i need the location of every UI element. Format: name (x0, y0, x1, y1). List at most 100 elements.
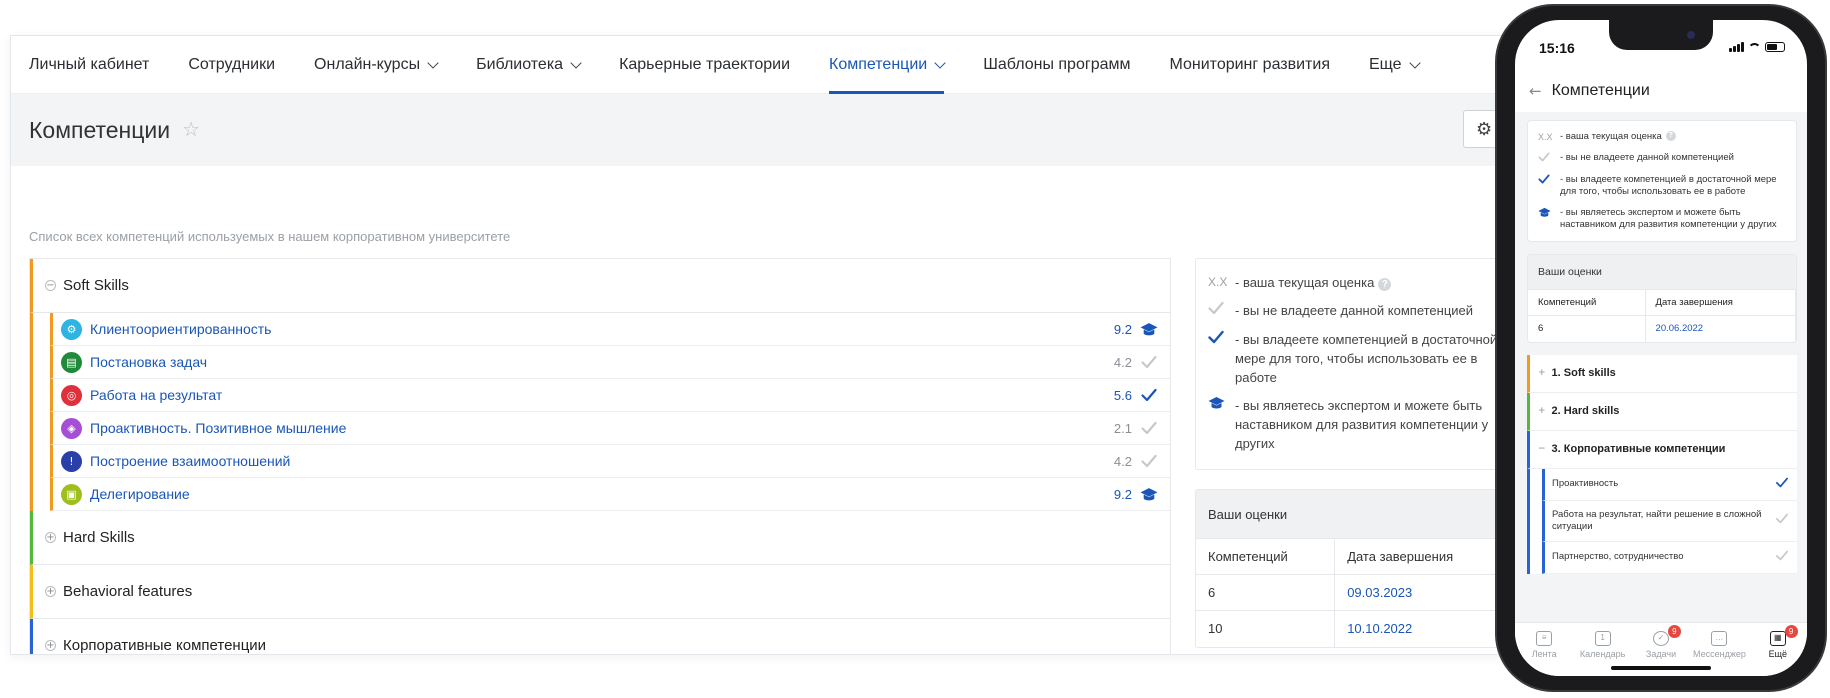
competency-group[interactable]: − Soft Skills (30, 259, 1170, 313)
legend-score-text: - ваша текущая оценка (1235, 275, 1375, 290)
competency-link[interactable]: Делегирование (90, 486, 1104, 502)
mobile-group-name: 2. Hard skills (1551, 405, 1620, 417)
award-icon: ! (61, 450, 82, 472)
competency-tree: − Soft Skills ⚙ Клиентоориентированность 9.2… (29, 258, 1171, 654)
mobile-content[interactable]: X.X - ваша текущая оценка ? - вы не влад… (1515, 112, 1807, 622)
nav-item-label: Компетенции (829, 55, 928, 73)
mobile-competency-row[interactable]: Работа на результат, найти решение в сло… (1542, 500, 1797, 542)
notification-badge: 9 (1667, 625, 1681, 638)
expand-icon[interactable]: + (45, 532, 56, 543)
competency-group[interactable]: + Корпоративные компетенции (30, 619, 1170, 654)
collapse-icon[interactable]: − (1538, 444, 1546, 454)
top-navigation: Личный кабинет Сотрудники Онлайн-курсы Библ… (11, 36, 1569, 94)
gear-icon: ⚙ (1476, 118, 1493, 139)
group-name: Корпоративные компетенции (63, 637, 267, 654)
nav-item-label: Шаблоны программ (983, 55, 1131, 73)
back-arrow-icon[interactable]: ← (1529, 82, 1542, 100)
col-count: Компетенций (1528, 289, 1646, 316)
badge-icon: ▣ (61, 483, 82, 505)
competency-row: ◎ Работа на результат 5.6 (50, 379, 1170, 412)
help-icon[interactable]: ? (1378, 278, 1392, 291)
nav-item-label: Онлайн-курсы (314, 55, 421, 73)
chevron-down-icon (1408, 56, 1421, 69)
date-link[interactable]: 09.03.2023 (1334, 574, 1514, 611)
shield-icon: ◈ (61, 417, 82, 439)
competency-link[interactable]: Клиентоориентированность (90, 321, 1104, 337)
check-blue-icon (1138, 385, 1160, 405)
mobile-competency-group[interactable]: −3. Корпоративные компетенции (1527, 430, 1797, 469)
graduation-cap-icon (1208, 396, 1235, 416)
expand-icon[interactable]: + (1538, 406, 1546, 416)
competency-link[interactable]: Проактивность. Позитивное мышление (90, 420, 1104, 436)
chevron-down-icon (570, 56, 582, 69)
competency-score: 4.2 (1113, 453, 1132, 469)
nav-item[interactable]: Карьерные траектории (619, 36, 790, 94)
graduation-cap-icon (1138, 484, 1160, 504)
mobile-competency-group[interactable]: +2. Hard skills (1527, 392, 1797, 431)
competency-row: ⚙ Клиентоориентированность 9.2 (50, 313, 1170, 346)
favorite-star-icon[interactable]: ☆ (182, 120, 200, 140)
competency-row: ! Построение взаимоотношений 4.2 (50, 445, 1170, 478)
desktop-window: Личный кабинет Сотрудники Онлайн-курсы Библ… (10, 35, 1570, 655)
feed-icon: ≡ (1536, 631, 1553, 646)
mobile-competency-row[interactable]: Партнерство, сотрудничество (1542, 541, 1797, 574)
expand-icon[interactable]: + (45, 640, 56, 651)
battery-icon (1765, 42, 1785, 52)
tab-item[interactable]: ≡ Лента (1515, 623, 1573, 676)
your-scores-panel: Ваши оценки Компетенций Дата завершения … (1195, 489, 1515, 648)
nav-item-label: Личный кабинет (29, 55, 150, 73)
phone-mockup: 15:16 ← Компетенции X.X - ваша текущая о… (1497, 6, 1825, 690)
mobile-group-children: Проактивность Работа на результат, найти … (1527, 468, 1797, 574)
score-key: X.X (1208, 275, 1228, 289)
tab-label: Задачи (1645, 649, 1677, 659)
competency-link[interactable]: Работа на результат (90, 387, 1104, 403)
calendar-icon: 1 (1594, 631, 1611, 646)
mobile-competency-group[interactable]: +1. Soft skills (1527, 354, 1797, 393)
nav-item[interactable]: Личный кабинет (29, 36, 149, 94)
mobile-competency-row[interactable]: Проактивность (1542, 468, 1797, 501)
col-count: Компетенций (1196, 538, 1336, 575)
nav-item[interactable]: Шаблоны программ (983, 36, 1130, 94)
nav-item[interactable]: Онлайн-курсы (314, 36, 439, 94)
collapse-icon[interactable]: − (45, 280, 56, 291)
competency-link[interactable]: Построение взаимоотношений (90, 453, 1104, 469)
competency-link[interactable]: Постановка задач (90, 354, 1104, 370)
group-children: ⚙ Клиентоориентированность 9.2 ▤ Постановка … (30, 313, 1170, 511)
check-light-icon (1208, 301, 1235, 321)
nav-item[interactable]: Компетенции (829, 36, 946, 94)
group-name: Behavioral features (63, 583, 193, 600)
competency-score: 9.2 (1113, 486, 1132, 502)
status-time: 15:16 (1539, 40, 1575, 56)
date-link[interactable]: 20.06.2022 (1645, 315, 1796, 342)
competency-score: 5.6 (1113, 387, 1132, 403)
competency-group[interactable]: + Behavioral features (30, 565, 1170, 619)
signal-icon (1729, 42, 1744, 52)
legend-score-row: X.X - ваша текущая оценка? (1208, 273, 1514, 292)
tab-label: Календарь (1579, 649, 1626, 659)
scores-title: Ваши оценки (1196, 490, 1514, 538)
check-light-icon (1775, 550, 1789, 565)
help-icon[interactable]: ? (1665, 131, 1676, 141)
date-link[interactable]: 10.10.2022 (1334, 610, 1514, 647)
legend-expert-row: - вы являетесь экспертом и можете быть н… (1208, 396, 1514, 453)
expand-icon[interactable]: + (45, 586, 56, 597)
expand-icon[interactable]: + (1538, 368, 1546, 378)
chevron-down-icon (934, 56, 946, 69)
nav-item-label: Еще (1368, 55, 1402, 73)
competency-group[interactable]: + Hard Skills (30, 511, 1170, 565)
competency-row: ◈ Проактивность. Позитивное мышление 2.1 (50, 412, 1170, 445)
wifi-icon (1748, 42, 1761, 52)
table-row: 10 10.10.2022 (1196, 610, 1514, 647)
mobile-competency-name: Партнерство, сотрудничество (1552, 551, 1684, 562)
camera-icon (1687, 31, 1695, 39)
mobile-competency-name: Работа на результат, найти решение в сло… (1552, 508, 1762, 532)
nav-item[interactable]: Еще (1368, 36, 1421, 94)
nav-item[interactable]: Сотрудники (188, 36, 275, 94)
tasks-icon: ✓ (1653, 631, 1670, 646)
group-name: Hard Skills (63, 529, 135, 546)
nav-item[interactable]: Мониторинг развития (1169, 36, 1330, 94)
mobile-scores-table: Компетенций Дата завершения 6 20.06.2022 (1528, 289, 1796, 342)
gear-icon: ⚙ (61, 318, 82, 340)
tab-item[interactable]: ▦ Ещё 9 (1749, 623, 1807, 676)
nav-item[interactable]: Библиотека (476, 36, 582, 94)
